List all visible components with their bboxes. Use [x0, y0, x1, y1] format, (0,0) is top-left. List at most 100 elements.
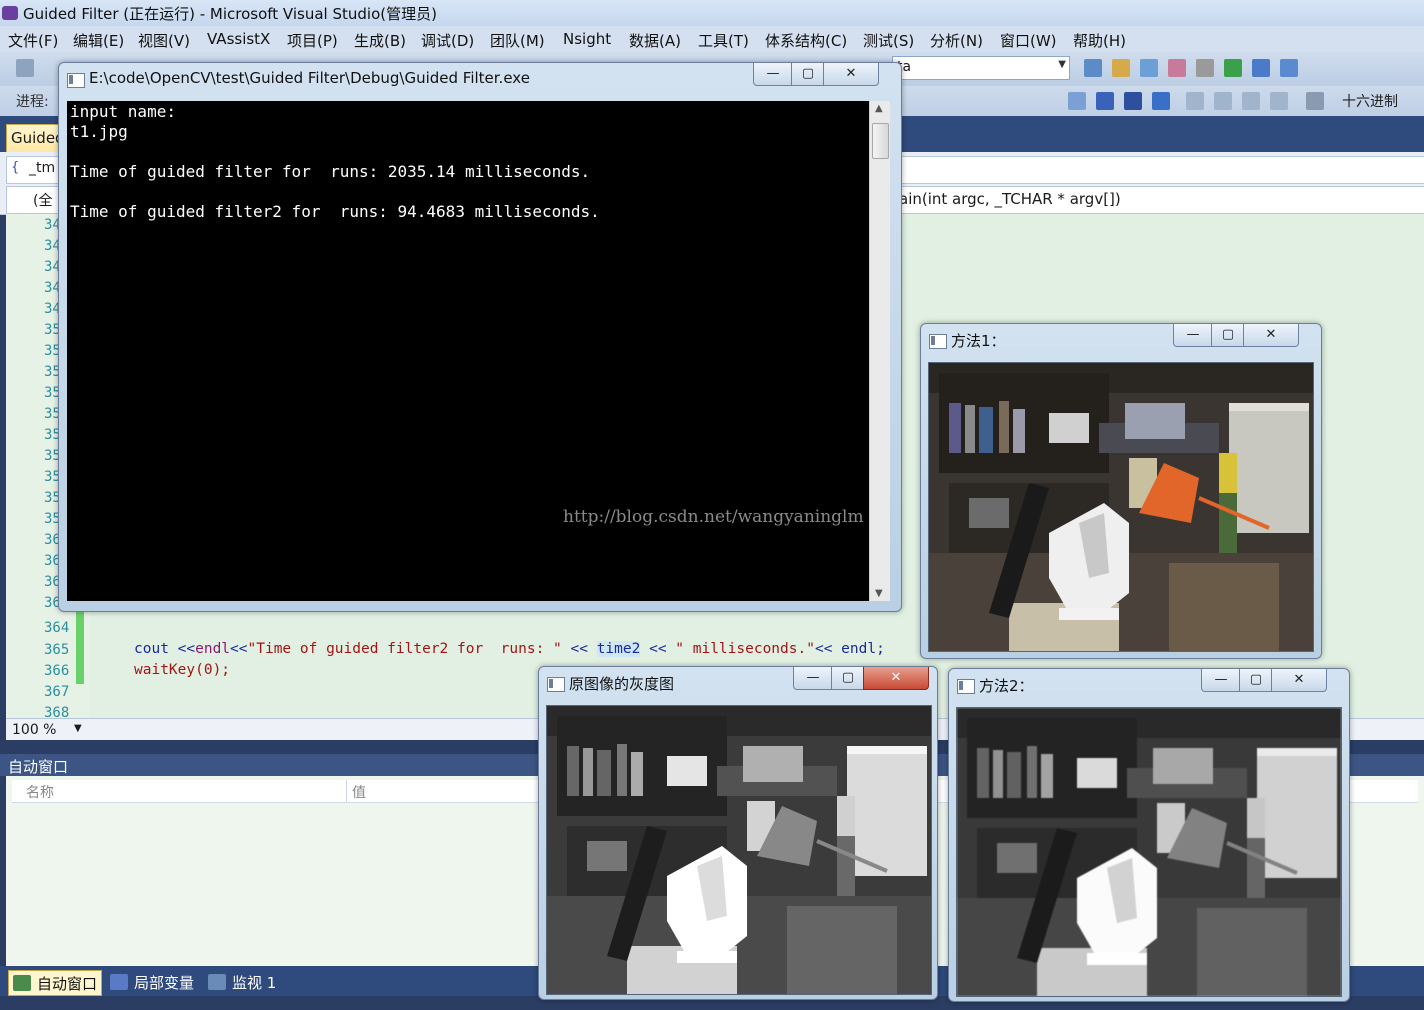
- line-number: 365: [44, 642, 70, 658]
- scroll-thumb[interactable]: [872, 123, 889, 159]
- start-page-icon[interactable]: [1224, 59, 1242, 77]
- menu-nsight[interactable]: Nsight: [563, 30, 611, 48]
- continue-icon[interactable]: [1068, 92, 1086, 110]
- close-button[interactable]: ✕: [1243, 324, 1299, 347]
- code-token: <<: [230, 641, 248, 657]
- step-into-icon[interactable]: [1214, 92, 1232, 110]
- zoom-level[interactable]: 100 %: [12, 722, 56, 738]
- menu-test[interactable]: 测试(S): [863, 30, 914, 51]
- scroll-down-icon[interactable]: ▼: [875, 588, 883, 599]
- window-app-icon[interactable]: [929, 334, 947, 349]
- dropdown-arrow-icon[interactable]: ▼: [1058, 59, 1066, 70]
- vs-window-title: Guided Filter (正在运行) - Microsoft Visual …: [23, 5, 437, 23]
- code-highlighted-token: time2: [596, 641, 641, 657]
- column-divider[interactable]: [346, 780, 347, 802]
- column-name[interactable]: 名称: [26, 782, 54, 802]
- console-app-icon[interactable]: [67, 73, 85, 88]
- code-line-366[interactable]: waitKey(0);: [134, 662, 230, 678]
- line-number: 368: [44, 705, 70, 718]
- extension-manager-icon[interactable]: [1252, 59, 1270, 77]
- menu-file[interactable]: 文件(F): [8, 30, 58, 51]
- stop-debugging-icon[interactable]: [1124, 92, 1142, 110]
- maximize-button[interactable]: ▢: [1211, 324, 1245, 347]
- minimize-button[interactable]: —: [793, 667, 833, 690]
- method2-image: [956, 707, 1342, 997]
- minimize-button[interactable]: —: [1173, 324, 1213, 347]
- close-button[interactable]: ✕: [863, 667, 929, 690]
- properties-icon[interactable]: [1140, 59, 1158, 77]
- maximize-button[interactable]: ▢: [1239, 669, 1273, 692]
- locals-icon: [110, 974, 128, 990]
- step-out-icon[interactable]: [1270, 92, 1288, 110]
- code-token: cout <<: [134, 641, 196, 657]
- scroll-up-icon[interactable]: ▲: [875, 103, 883, 114]
- dropdown-arrow-icon[interactable]: ▼: [74, 723, 82, 734]
- show-next-statement-icon[interactable]: [1186, 92, 1204, 110]
- blog-watermark: http://blog.csdn.net/wangyaninglm: [563, 507, 864, 527]
- tab-label: 监视 1: [232, 974, 277, 992]
- visual-studio-logo-icon: [2, 6, 18, 20]
- maximize-button[interactable]: ▢: [831, 667, 865, 690]
- hex-display-icon[interactable]: [1306, 92, 1324, 110]
- grayscale-scene-image: [547, 706, 931, 994]
- line-number: 367: [44, 684, 70, 700]
- solution-config-combo[interactable]: ta ▼: [892, 56, 1070, 80]
- tab-label: 自动窗口: [37, 975, 98, 993]
- console-output[interactable]: input name: t1.jpg Time of guided filter…: [67, 101, 869, 601]
- close-button[interactable]: ✕: [823, 63, 879, 86]
- code-line-365[interactable]: cout <<endl<<"Time of guided filter2 for…: [134, 641, 885, 657]
- menu-view[interactable]: 视图(V): [138, 30, 190, 51]
- command-window-icon[interactable]: [1280, 59, 1298, 77]
- object-browser-icon[interactable]: [1168, 59, 1186, 77]
- console-line: Time of guided filter2 for runs: 94.4683…: [70, 202, 600, 221]
- maximize-button[interactable]: ▢: [791, 63, 825, 86]
- tab-autos[interactable]: 自动窗口: [8, 970, 102, 996]
- step-over-icon[interactable]: [1242, 92, 1260, 110]
- menu-help[interactable]: 帮助(H): [1073, 30, 1126, 51]
- code-token: endl: [195, 641, 231, 657]
- hex-display-label[interactable]: 十六进制: [1342, 91, 1398, 111]
- window-app-icon[interactable]: [547, 677, 565, 692]
- minimize-button[interactable]: —: [1201, 669, 1241, 692]
- solution-explorer-icon[interactable]: [1112, 59, 1130, 77]
- method1-window-title: 方法1：: [951, 332, 1006, 350]
- minimize-button[interactable]: —: [753, 63, 793, 86]
- break-all-icon[interactable]: [1096, 92, 1114, 110]
- close-button[interactable]: ✕: [1271, 669, 1327, 692]
- vs-menubar: 文件(F) 编辑(E) 视图(V) VAssistX 项目(P) 生成(B) 调…: [0, 26, 1424, 52]
- console-window[interactable]: E:\code\OpenCV\test\Guided Filter\Debug\…: [58, 62, 902, 612]
- tab-locals[interactable]: 局部变量: [110, 970, 200, 994]
- menu-architecture[interactable]: 体系结构(C): [765, 30, 847, 51]
- find-in-files-icon[interactable]: [1084, 59, 1102, 77]
- tab-label: 局部变量: [134, 974, 195, 992]
- grayscale-image: [546, 705, 932, 995]
- menu-window[interactable]: 窗口(W): [1000, 30, 1057, 51]
- tab-watch-1[interactable]: 监视 1: [208, 970, 288, 994]
- restart-icon[interactable]: [1152, 92, 1170, 110]
- method2-window-title: 方法2：: [979, 677, 1034, 695]
- window-app-icon[interactable]: [957, 679, 975, 694]
- toolbox-icon[interactable]: [1196, 59, 1214, 77]
- new-project-icon[interactable]: [16, 59, 34, 77]
- column-value[interactable]: 值: [352, 782, 366, 802]
- function-signature: ain(int argc, _TCHAR * argv[]): [899, 190, 1121, 208]
- menu-project[interactable]: 项目(P): [287, 30, 338, 51]
- method1-window[interactable]: 方法1： — ▢ ✕: [920, 323, 1322, 659]
- menu-team[interactable]: 团队(M): [490, 30, 545, 51]
- menu-tools[interactable]: 工具(T): [698, 30, 749, 51]
- process-label: 进程:: [16, 94, 49, 110]
- menu-build[interactable]: 生成(B): [354, 30, 406, 51]
- menu-debug[interactable]: 调试(D): [421, 30, 474, 51]
- menu-analyze[interactable]: 分析(N): [930, 30, 983, 51]
- code-string: " milliseconds.": [675, 641, 815, 657]
- menu-data[interactable]: 数据(A): [629, 30, 681, 51]
- console-line: input name:: [70, 102, 176, 121]
- grayscale-original-window[interactable]: 原图像的灰度图 — ▢ ✕: [538, 666, 938, 1000]
- method2-window[interactable]: 方法2： — ▢ ✕: [948, 668, 1350, 1002]
- menu-edit[interactable]: 编辑(E): [73, 30, 124, 51]
- scope-icon: {: [11, 160, 20, 175]
- code-token: <<: [640, 641, 676, 657]
- console-scrollbar[interactable]: ▲ ▼: [869, 101, 890, 601]
- autos-icon: [13, 975, 31, 991]
- menu-vassistx[interactable]: VAssistX: [207, 30, 270, 48]
